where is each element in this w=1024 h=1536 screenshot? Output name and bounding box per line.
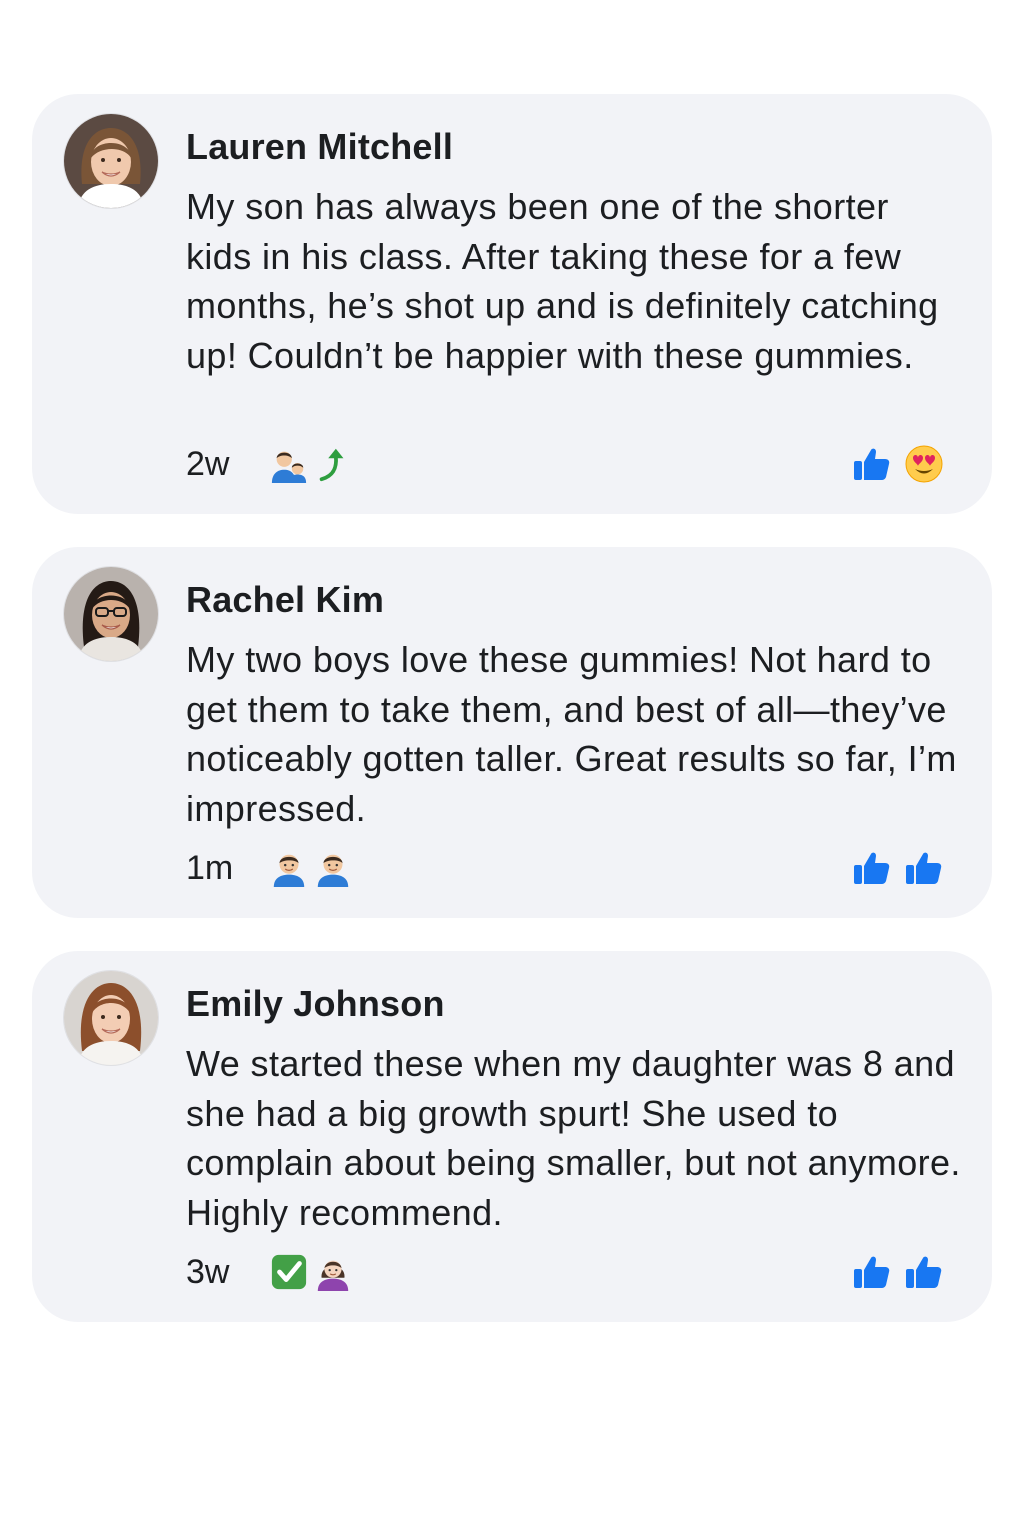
like-icon — [852, 1252, 892, 1292]
comment-text: My two boys love these gummies! Not hard… — [186, 639, 957, 829]
timestamp[interactable]: 3w — [186, 1253, 270, 1292]
heart-eyes-icon — [904, 444, 944, 484]
reaction-summary[interactable] — [852, 846, 944, 890]
avatar[interactable] — [64, 971, 158, 1065]
avatar[interactable] — [64, 567, 158, 661]
boy-icon — [270, 849, 308, 887]
author-name[interactable]: Emily Johnson — [186, 981, 962, 1027]
girl-icon — [314, 1253, 352, 1291]
comment-body: Emily Johnson We started these when my d… — [186, 981, 962, 1237]
comment-card: Rachel Kim My two boys love these gummie… — [32, 547, 992, 918]
like-icon — [904, 848, 944, 888]
comment-meta: 3w — [186, 1248, 358, 1296]
comment-body: Rachel Kim My two boys love these gummie… — [186, 577, 962, 833]
comment-meta: 1m — [186, 844, 358, 892]
timestamp[interactable]: 1m — [186, 849, 270, 888]
man-with-child-icon — [270, 445, 308, 483]
author-name[interactable]: Rachel Kim — [186, 577, 962, 623]
author-name[interactable]: Lauren Mitchell — [186, 124, 962, 170]
boy-icon — [314, 849, 352, 887]
up-arrow-icon — [314, 445, 352, 483]
like-icon — [904, 1252, 944, 1292]
avatar[interactable] — [64, 114, 158, 208]
comment-text: My son has always been one of the shorte… — [186, 186, 939, 376]
like-icon — [852, 848, 892, 888]
comment-meta: 2w — [186, 440, 358, 488]
comment-body: Lauren Mitchell My son has always been o… — [186, 124, 962, 380]
comment-card: Emily Johnson We started these when my d… — [32, 951, 992, 1322]
like-icon — [852, 444, 892, 484]
comment-text: We started these when my daughter was 8 … — [186, 1043, 961, 1233]
reaction-summary[interactable] — [852, 1250, 944, 1294]
timestamp[interactable]: 2w — [186, 445, 270, 484]
comment-card: Lauren Mitchell My son has always been o… — [32, 94, 992, 514]
reaction-summary[interactable] — [852, 442, 944, 486]
check-mark-icon — [270, 1253, 308, 1291]
